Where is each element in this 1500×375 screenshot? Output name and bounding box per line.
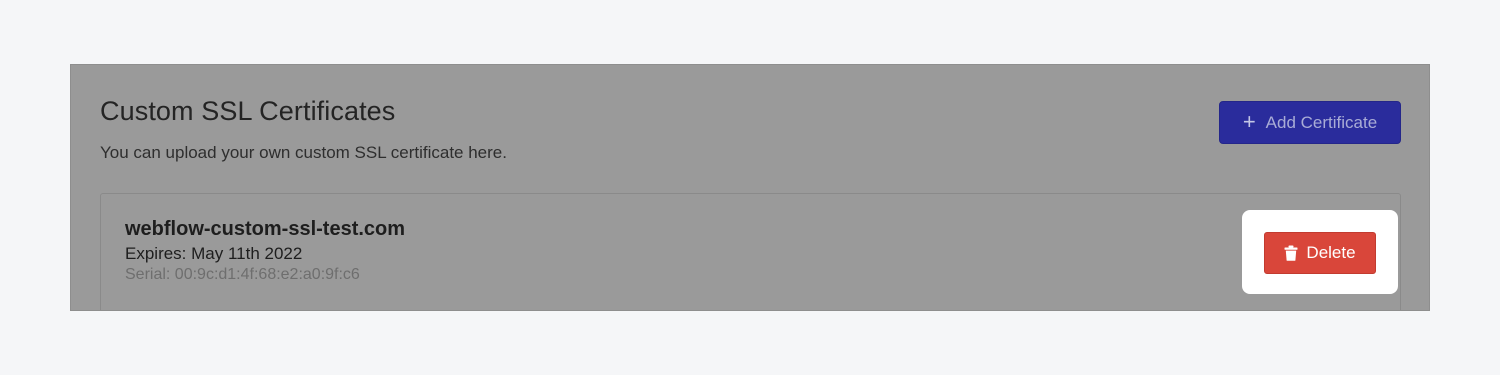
certificate-expiry: Expires: May 11th 2022 xyxy=(125,244,303,263)
plus-icon: + xyxy=(1242,108,1256,134)
certificate-serial: Serial: 00:9c:d1:4f:68:e2:a0:9f:c6 xyxy=(125,266,360,283)
add-certificate-button[interactable]: + Add Certificate xyxy=(1219,101,1401,144)
delete-highlight: Delete xyxy=(1242,210,1398,294)
trash-icon xyxy=(1284,245,1298,261)
delete-certificate-button[interactable]: Delete xyxy=(1264,232,1376,274)
delete-label: Delete xyxy=(1306,243,1356,262)
certificate-card: webflow-custom-ssl-test.com Expires: May… xyxy=(100,193,1401,310)
add-certificate-label: Add Certificate xyxy=(1265,112,1378,132)
page-title: Custom SSL Certificates xyxy=(100,96,396,126)
page: Custom SSL Certificates You can upload y… xyxy=(0,0,1500,375)
ssl-certificates-panel: Custom SSL Certificates You can upload y… xyxy=(70,64,1430,311)
certificate-domain: webflow-custom-ssl-test.com xyxy=(125,218,406,240)
page-subtitle: You can upload your own custom SSL certi… xyxy=(100,143,507,162)
